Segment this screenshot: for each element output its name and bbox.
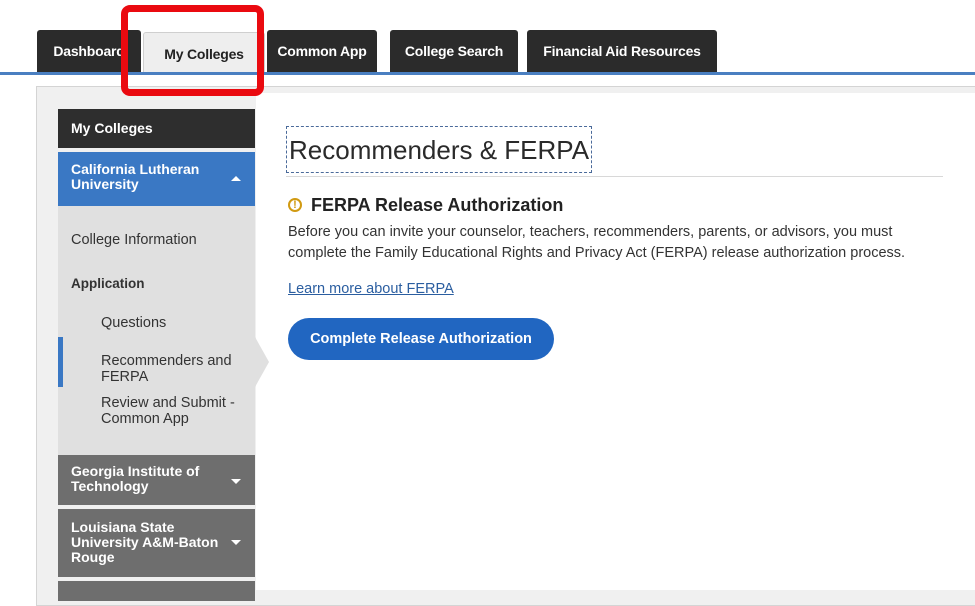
sidebar-item-recommenders-ferpa[interactable]: Recommenders and FERPA <box>58 337 269 387</box>
selected-indicator <box>58 337 63 387</box>
sidebar-college-california-lutheran[interactable]: California Lutheran University <box>58 152 255 206</box>
sidebar-header: My Colleges <box>58 109 255 148</box>
college-sidebar: My Colleges California Lutheran Universi… <box>58 109 269 601</box>
title-divider <box>286 176 943 177</box>
sidebar-college-georgia-tech[interactable]: Georgia Institute of Technology <box>58 455 255 505</box>
tab-common-app[interactable]: Common App <box>267 30 377 72</box>
selected-arrow-icon <box>255 337 269 387</box>
warning-icon: ! <box>288 198 302 212</box>
caret-down-icon <box>231 479 241 484</box>
highlight-annotation <box>121 5 264 96</box>
complete-release-authorization-button[interactable]: Complete Release Authorization <box>288 318 554 360</box>
sidebar-item-label: Recommenders and FERPA <box>101 353 232 385</box>
caret-up-icon <box>231 176 241 181</box>
tab-financial-aid-resources[interactable]: Financial Aid Resources <box>527 30 717 72</box>
page-title: Recommenders & FERPA <box>286 126 593 173</box>
sidebar-item-college-information[interactable]: College Information <box>58 232 255 248</box>
college-name: Louisiana State University A&M-Baton Rou… <box>71 519 219 565</box>
sidebar-item-questions[interactable]: Questions <box>58 315 255 331</box>
sidebar-section-application: Application <box>71 276 145 291</box>
tab-college-search[interactable]: College Search <box>390 30 518 72</box>
sidebar-submenu: College Information Application Question… <box>58 206 269 457</box>
learn-more-ferpa-link[interactable]: Learn more about FERPA <box>288 281 454 297</box>
caret-down-icon <box>231 540 241 545</box>
sidebar-item-review-submit[interactable]: Review and Submit - Common App <box>58 395 255 427</box>
college-name: California Lutheran University <box>71 161 200 192</box>
sidebar-college-next[interactable] <box>58 581 255 601</box>
college-name: Georgia Institute of Technology <box>71 463 200 494</box>
ferpa-notice-body: Before you can invite your counselor, te… <box>288 224 906 261</box>
sidebar-college-lsu[interactable]: Louisiana State University A&M-Baton Rou… <box>58 509 255 577</box>
ferpa-notice-heading: FERPA Release Authorization <box>311 195 564 215</box>
